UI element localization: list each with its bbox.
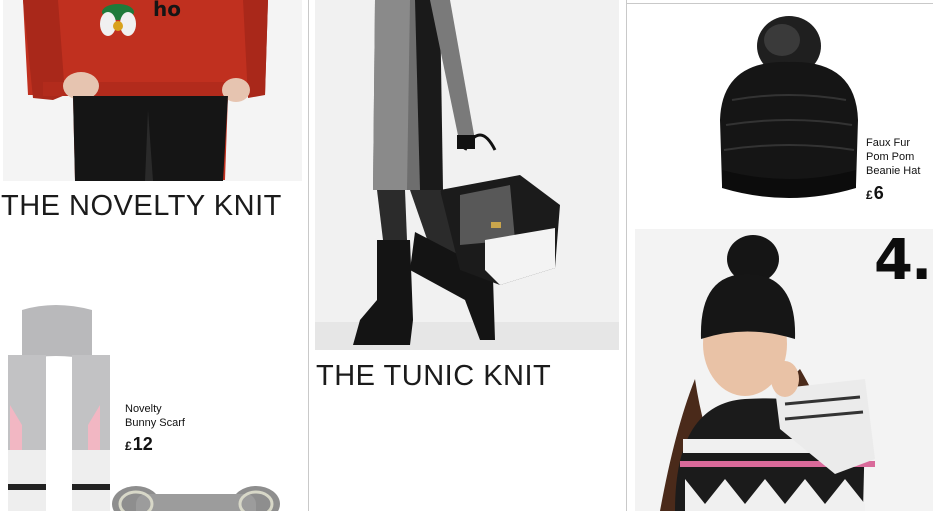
novelty-jumper-illustration: ho: [3, 0, 302, 181]
hat-price: £6: [866, 183, 884, 204]
section-number: 4.: [874, 228, 932, 293]
scarf-price: £12: [125, 434, 153, 455]
scarf-name-line1: Novelty: [125, 403, 162, 415]
hat-name-line3: Beanie Hat: [866, 165, 921, 177]
hat-name-line1: Faux Fur: [866, 137, 911, 149]
column-divider-right: [626, 0, 627, 511]
hat-name: Faux Fur Pom Pom Beanie Hat: [866, 136, 920, 178]
scarf-name: Novelty Bunny Scarf: [125, 402, 185, 430]
scarf-currency: £: [125, 439, 132, 453]
tunic-illustration: [315, 0, 619, 350]
tunic-knit-photo[interactable]: [315, 0, 619, 350]
novelty-knit-heading: THE NOVELTY KNIT: [1, 190, 282, 222]
bag-illustration: [112, 486, 280, 511]
bunny-scarf-photo[interactable]: [0, 300, 118, 511]
hat-currency: £: [866, 188, 873, 202]
scarf-price-value: 12: [132, 434, 153, 454]
sequin-bag-photo[interactable]: [106, 482, 284, 511]
hat-name-line2: Pom Pom: [866, 151, 915, 163]
hat-illustration: [720, 16, 858, 198]
top-rule: [627, 3, 933, 4]
column-divider-left: [308, 0, 309, 511]
novelty-knit-photo[interactable]: ho: [3, 0, 302, 181]
hat-price-value: 6: [873, 183, 884, 203]
scarf-illustration: [8, 305, 110, 511]
tunic-knit-heading: THE TUNIC KNIT: [316, 360, 552, 392]
svg-text:ho: ho: [153, 0, 181, 21]
scarf-name-line2: Bunny Scarf: [125, 417, 185, 429]
pompom-hat-photo[interactable]: [712, 10, 862, 208]
